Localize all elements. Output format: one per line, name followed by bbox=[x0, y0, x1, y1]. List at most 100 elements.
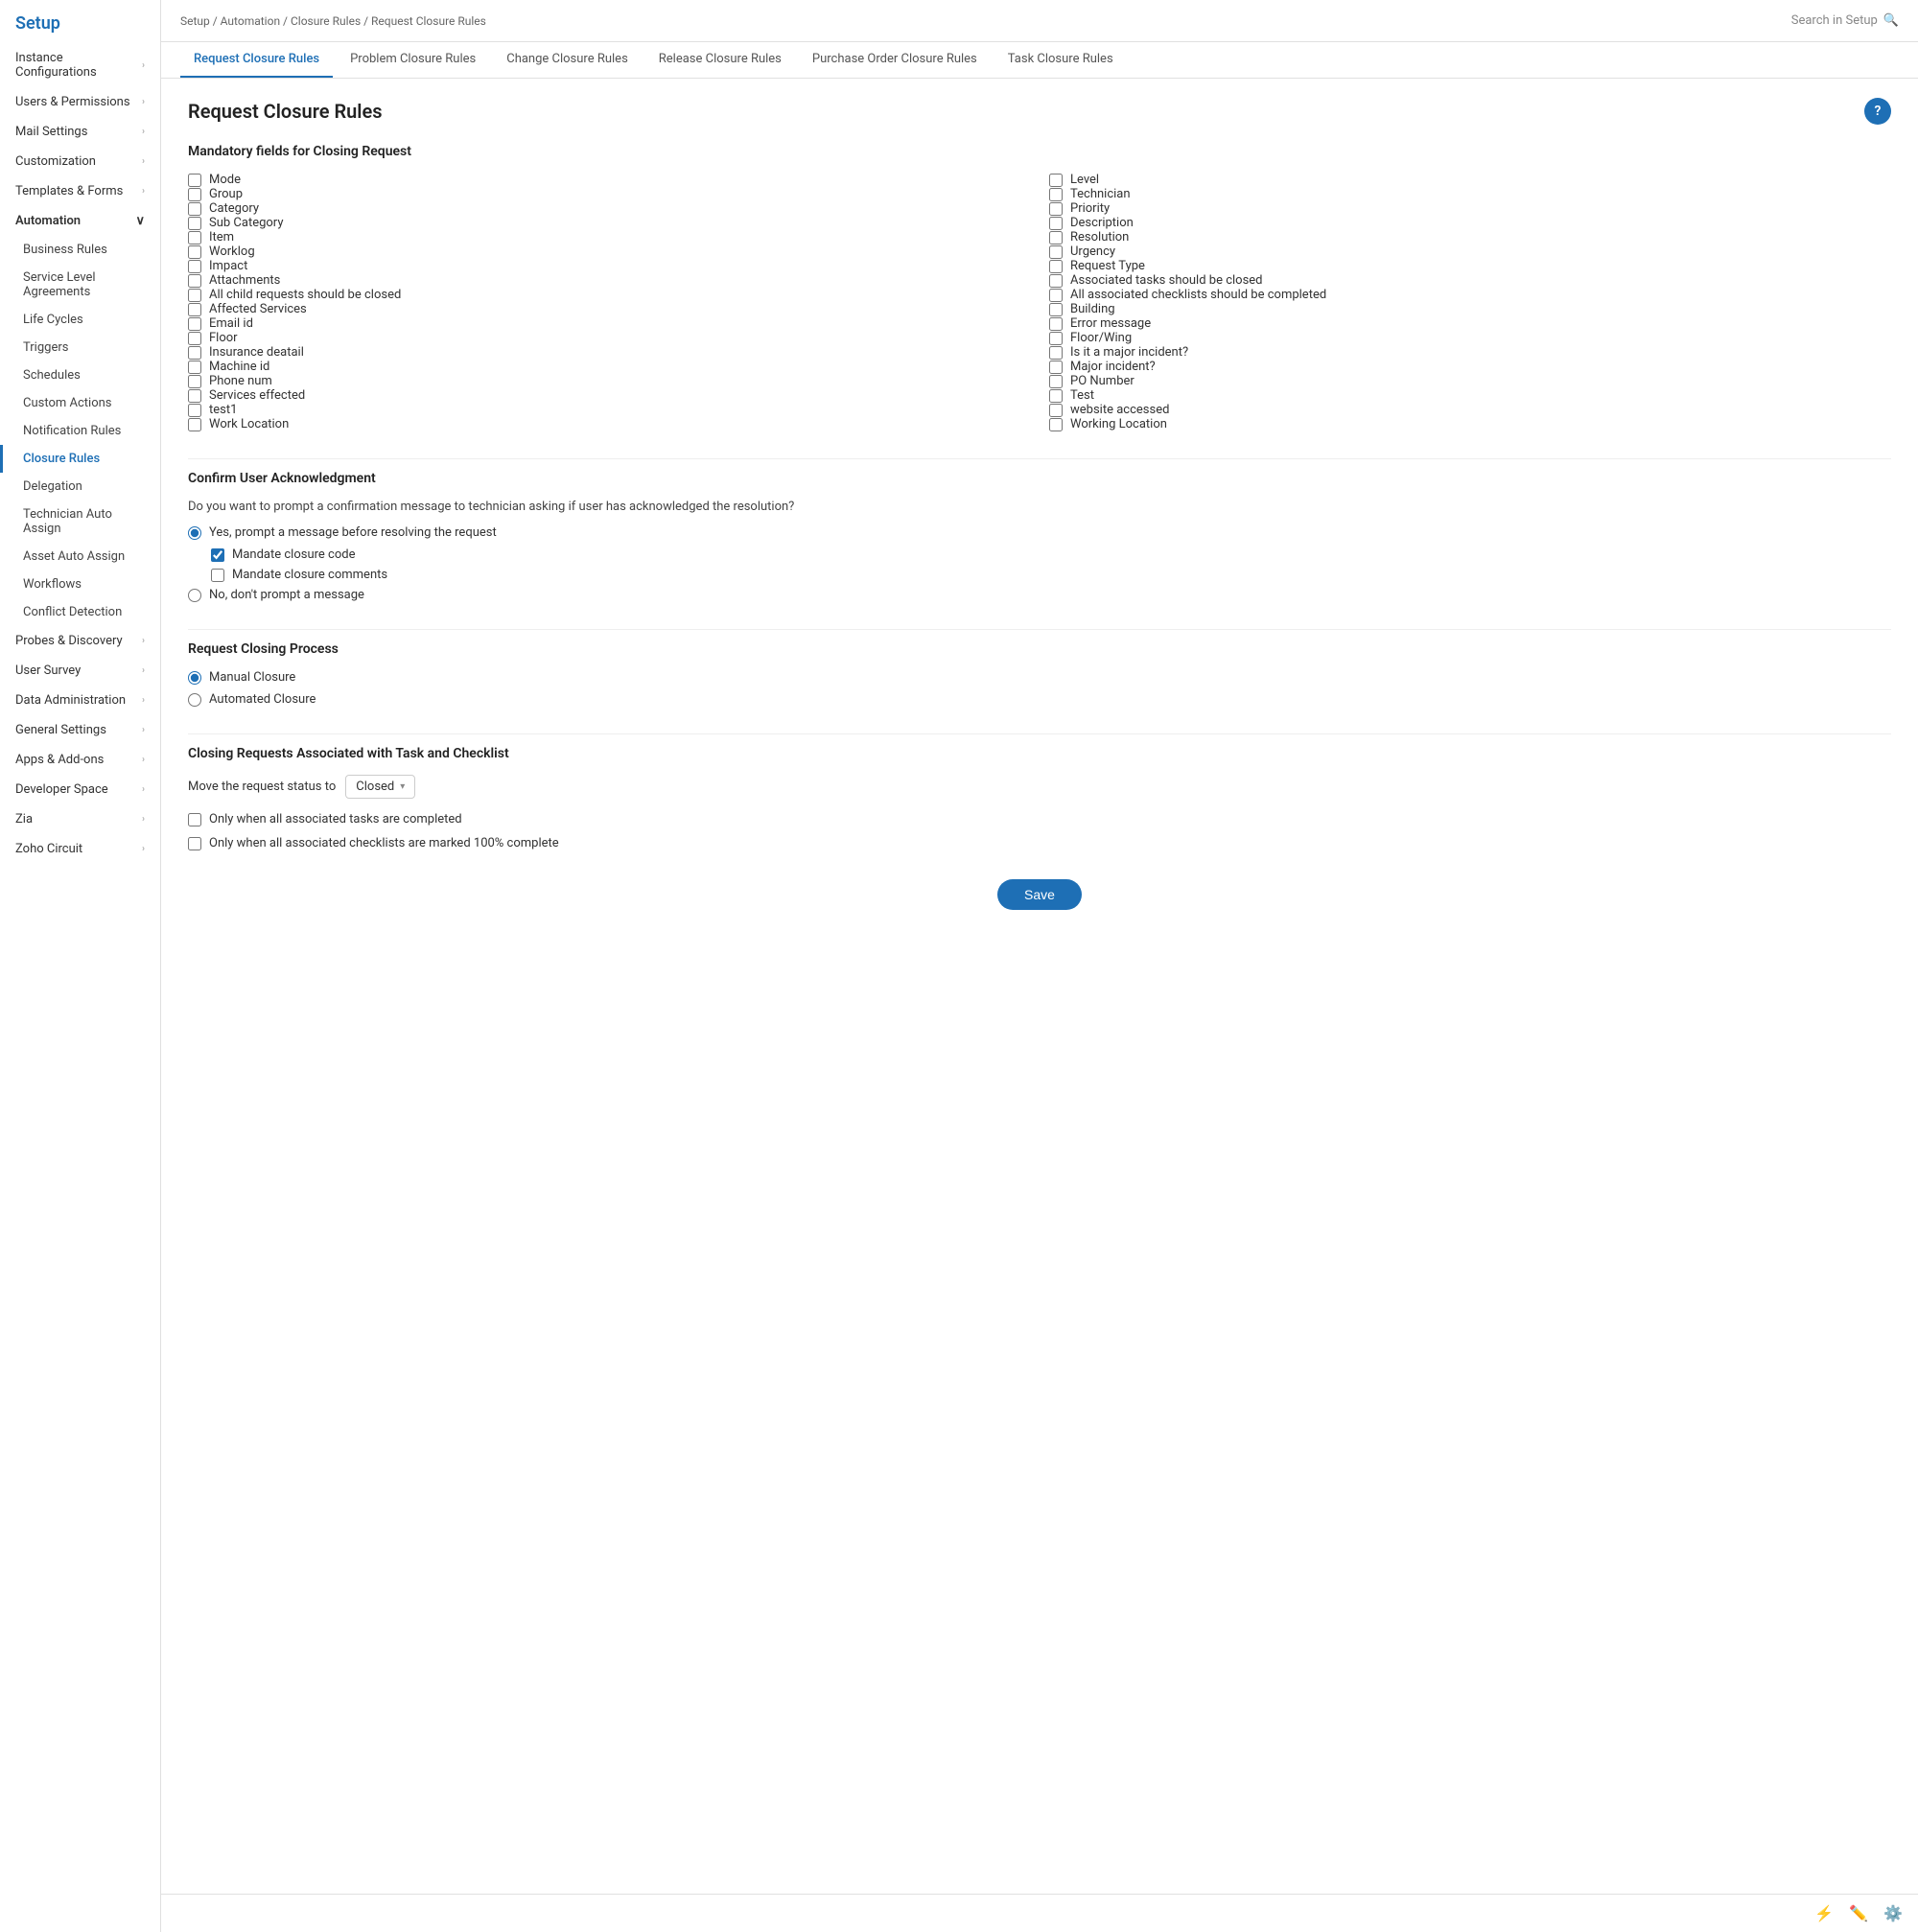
tab-po-closure[interactable]: Purchase Order Closure Rules bbox=[799, 42, 991, 78]
label-priority: Priority bbox=[1070, 201, 1110, 216]
checkbox-website-accessed[interactable] bbox=[1049, 404, 1063, 417]
sidebar-sub-closure-rules[interactable]: Closure Rules bbox=[0, 445, 160, 473]
main-content: Setup / Automation / Closure Rules / Req… bbox=[161, 0, 1918, 1932]
save-row: Save bbox=[188, 879, 1891, 910]
search-icon[interactable]: 🔍 bbox=[1883, 13, 1899, 28]
checkbox-resolution[interactable] bbox=[1049, 231, 1063, 244]
sidebar-item-automation[interactable]: Automation ∨ bbox=[0, 206, 160, 236]
sidebar-sub-conflict[interactable]: Conflict Detection bbox=[0, 598, 160, 626]
radio-manual[interactable] bbox=[188, 671, 201, 685]
status-select[interactable]: Closed ▾ bbox=[345, 775, 415, 799]
checkbox-attachments[interactable] bbox=[188, 274, 201, 288]
help-button[interactable]: ? bbox=[1864, 98, 1891, 125]
checkbox-technician[interactable] bbox=[1049, 188, 1063, 201]
radio-no[interactable] bbox=[188, 589, 201, 602]
checkbox-services-effected[interactable] bbox=[188, 389, 201, 403]
checkbox-major-incident-q[interactable] bbox=[1049, 346, 1063, 360]
sidebar-sub-asset-auto[interactable]: Asset Auto Assign bbox=[0, 543, 160, 570]
checkbox-urgency[interactable] bbox=[1049, 245, 1063, 259]
checkbox-affected-services[interactable] bbox=[188, 303, 201, 316]
checkbox-major-incident[interactable] bbox=[1049, 361, 1063, 374]
sidebar-item-zia[interactable]: Zia › bbox=[0, 804, 160, 834]
sidebar-item-data-admin[interactable]: Data Administration › bbox=[0, 686, 160, 715]
checkbox-building[interactable] bbox=[1049, 303, 1063, 316]
zia-icon[interactable]: ⚡ bbox=[1814, 1904, 1834, 1922]
checkbox-insurance[interactable] bbox=[188, 346, 201, 360]
checkbox-mandate-code[interactable] bbox=[211, 548, 224, 562]
checkbox-only-tasks[interactable] bbox=[188, 813, 201, 826]
sidebar-sub-business-rules[interactable]: Business Rules bbox=[0, 236, 160, 264]
field-insurance: Insurance deatail bbox=[188, 345, 1030, 360]
sidebar-sub-delegation[interactable]: Delegation bbox=[0, 473, 160, 500]
checkbox-machine-id[interactable] bbox=[188, 361, 201, 374]
save-button[interactable]: Save bbox=[997, 879, 1082, 910]
search-bar[interactable]: Search in Setup 🔍 bbox=[1791, 13, 1899, 28]
chevron-icon: › bbox=[142, 97, 145, 107]
tab-problem-closure[interactable]: Problem Closure Rules bbox=[337, 42, 489, 78]
sidebar-item-developer[interactable]: Developer Space › bbox=[0, 775, 160, 804]
checkbox-category[interactable] bbox=[188, 202, 201, 216]
sidebar-item-customization[interactable]: Customization › bbox=[0, 147, 160, 176]
sidebar-sub-workflows[interactable]: Workflows bbox=[0, 570, 160, 598]
sidebar-item-instance[interactable]: Instance Configurations › bbox=[0, 43, 160, 87]
sidebar-item-apps[interactable]: Apps & Add-ons › bbox=[0, 745, 160, 775]
checkbox-description[interactable] bbox=[1049, 217, 1063, 230]
sidebar-sub-custom-actions[interactable]: Custom Actions bbox=[0, 389, 160, 417]
settings-icon[interactable]: ⚙️ bbox=[1883, 1904, 1903, 1922]
checkbox-phone-num[interactable] bbox=[188, 375, 201, 388]
tab-task-closure[interactable]: Task Closure Rules bbox=[994, 42, 1127, 78]
sidebar-item-templates[interactable]: Templates & Forms › bbox=[0, 176, 160, 206]
label-request-type: Request Type bbox=[1070, 259, 1145, 273]
edit-icon[interactable]: ✏️ bbox=[1849, 1904, 1868, 1922]
sidebar-sub-triggers[interactable]: Triggers bbox=[0, 334, 160, 361]
checkbox-request-type[interactable] bbox=[1049, 260, 1063, 273]
checkbox-level[interactable] bbox=[1049, 174, 1063, 187]
checkbox-subcategory[interactable] bbox=[188, 217, 201, 230]
checkbox-priority[interactable] bbox=[1049, 202, 1063, 216]
sidebar-sub-lifecycle[interactable]: Life Cycles bbox=[0, 306, 160, 334]
tab-change-closure[interactable]: Change Closure Rules bbox=[493, 42, 642, 78]
checkbox-floor-wing[interactable] bbox=[1049, 332, 1063, 345]
sidebar-item-survey[interactable]: User Survey › bbox=[0, 656, 160, 686]
checkbox-child-requests[interactable] bbox=[188, 289, 201, 302]
breadcrumb: Setup / Automation / Closure Rules / Req… bbox=[180, 14, 486, 28]
checkbox-worklog[interactable] bbox=[188, 245, 201, 259]
sidebar-sub-schedules[interactable]: Schedules bbox=[0, 361, 160, 389]
sidebar-title: Setup bbox=[0, 0, 160, 43]
checkbox-work-location[interactable] bbox=[188, 418, 201, 431]
tab-request-closure[interactable]: Request Closure Rules bbox=[180, 42, 333, 78]
label-only-tasks: Only when all associated tasks are compl… bbox=[209, 812, 462, 826]
checkbox-po-number[interactable] bbox=[1049, 375, 1063, 388]
checkbox-error-message[interactable] bbox=[1049, 317, 1063, 331]
radio-automated[interactable] bbox=[188, 693, 201, 707]
sidebar-item-users[interactable]: Users & Permissions › bbox=[0, 87, 160, 117]
field-resolution: Resolution bbox=[1049, 230, 1891, 244]
sidebar-item-probes[interactable]: Probes & Discovery › bbox=[0, 626, 160, 656]
checkbox-only-checklists[interactable] bbox=[188, 837, 201, 850]
sidebar-item-mail[interactable]: Mail Settings › bbox=[0, 117, 160, 147]
checkbox-assoc-checklists[interactable] bbox=[1049, 289, 1063, 302]
checkbox-assoc-tasks[interactable] bbox=[1049, 274, 1063, 288]
sidebar-sub-sla[interactable]: Service Level Agreements bbox=[0, 264, 160, 306]
chevron-icon: › bbox=[142, 725, 145, 735]
checkbox-impact[interactable] bbox=[188, 260, 201, 273]
checkbox-mode[interactable] bbox=[188, 174, 201, 187]
sidebar-item-zoho[interactable]: Zoho Circuit › bbox=[0, 834, 160, 864]
checkbox-working-location[interactable] bbox=[1049, 418, 1063, 431]
checkbox-group[interactable] bbox=[188, 188, 201, 201]
sidebar-sub-notification-rules[interactable]: Notification Rules bbox=[0, 417, 160, 445]
label-insurance: Insurance deatail bbox=[209, 345, 304, 360]
radio-yes[interactable] bbox=[188, 526, 201, 540]
checkbox-test1[interactable] bbox=[188, 404, 201, 417]
checkbox-mandate-comments[interactable] bbox=[211, 569, 224, 582]
topbar: Setup / Automation / Closure Rules / Req… bbox=[161, 0, 1918, 42]
tab-release-closure[interactable]: Release Closure Rules bbox=[645, 42, 795, 78]
label-major-incident: Major incident? bbox=[1070, 360, 1156, 374]
sidebar-sub-technician-auto[interactable]: Technician Auto Assign bbox=[0, 500, 160, 543]
checkbox-item[interactable] bbox=[188, 231, 201, 244]
field-machine-id: Machine id bbox=[188, 360, 1030, 374]
checkbox-test[interactable] bbox=[1049, 389, 1063, 403]
sidebar-item-general[interactable]: General Settings › bbox=[0, 715, 160, 745]
checkbox-email-id[interactable] bbox=[188, 317, 201, 331]
checkbox-floor[interactable] bbox=[188, 332, 201, 345]
